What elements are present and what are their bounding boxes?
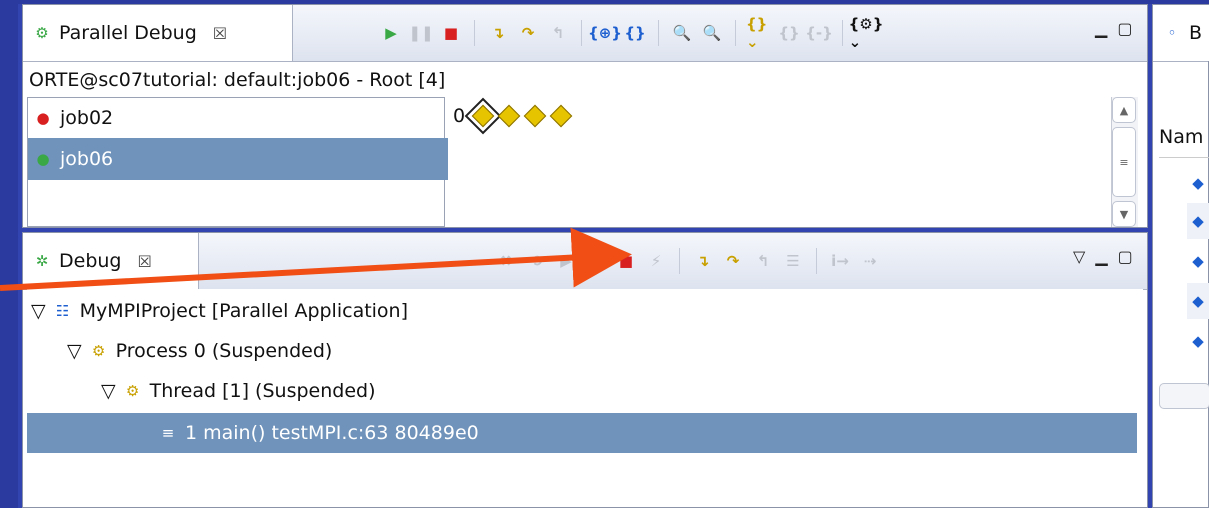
annotation-arrow-line: [0, 227, 632, 291]
annotation-arrow: [0, 227, 632, 291]
